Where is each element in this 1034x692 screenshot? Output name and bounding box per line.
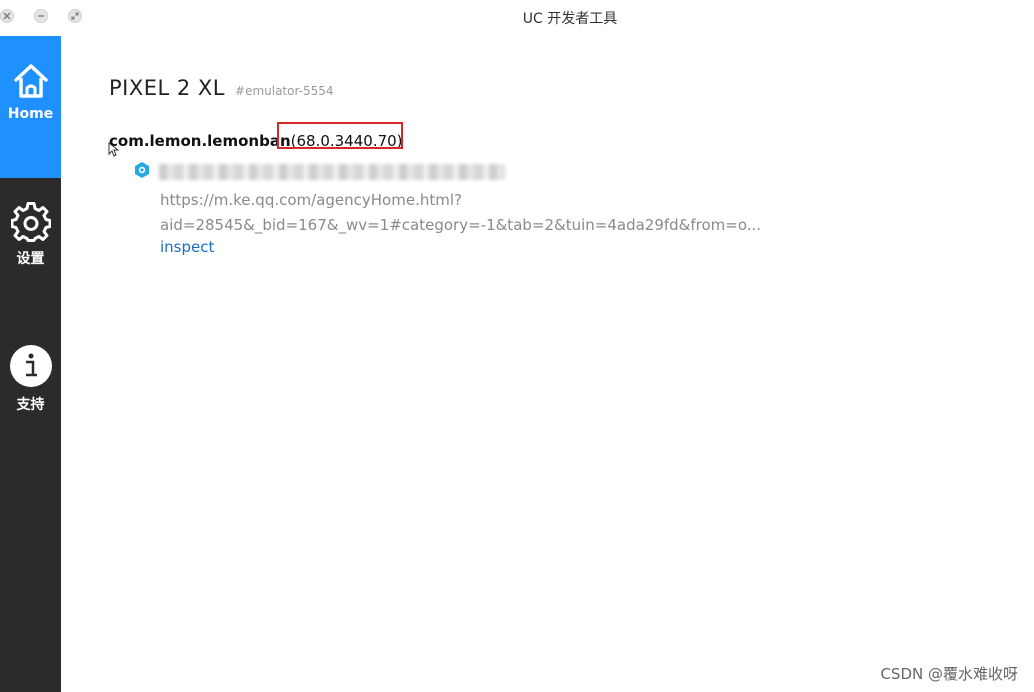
- info-icon: [9, 345, 52, 387]
- gear-icon: [10, 202, 51, 242]
- watermark: CSDN @覆水难收呀: [880, 665, 1018, 683]
- sidebar-item-settings[interactable]: 设置: [0, 202, 61, 302]
- inspect-link[interactable]: inspect: [160, 238, 214, 256]
- sidebar-item-support[interactable]: 支持: [0, 344, 61, 444]
- mouse-pointer-icon: [108, 142, 120, 157]
- window-title: UC 开发者工具: [522, 11, 618, 27]
- device-serial: #emulator-5554: [235, 84, 334, 98]
- title-bar: UC 开发者工具: [0, 0, 1034, 36]
- page-url-line-1: https://m.ke.qq.com/agencyHome.html?: [160, 191, 462, 209]
- version-highlight-box: [277, 122, 403, 149]
- webview-icon: [135, 162, 149, 178]
- sidebar: Home 设置 支持: [0, 36, 61, 692]
- device-name: PIXEL 2 XL: [109, 76, 226, 100]
- main-content: PIXEL 2 XL #emulator-5554 com.lemon.lemon…: [61, 36, 1034, 692]
- device-header: PIXEL 2 XL #emulator-5554: [109, 76, 334, 100]
- sidebar-item-home[interactable]: Home: [0, 36, 61, 178]
- page-url-line-2: aid=28545&_bid=167&_wv=1#category=-1&tab…: [160, 216, 760, 234]
- app-window: UC 开发者工具 Home 设置 支持 PIXEL 2 XL #emulator…: [0, 0, 1034, 692]
- sidebar-item-label: 设置: [16, 251, 45, 267]
- sidebar-item-label: Home: [7, 106, 54, 122]
- page-url: https://m.ke.qq.com/agencyHome.html? aid…: [160, 188, 760, 238]
- app-package-name: com.lemon.lemonban: [109, 132, 291, 150]
- page-title-redacted: [159, 164, 505, 180]
- sidebar-item-label: 支持: [16, 397, 45, 413]
- home-icon: [13, 64, 48, 98]
